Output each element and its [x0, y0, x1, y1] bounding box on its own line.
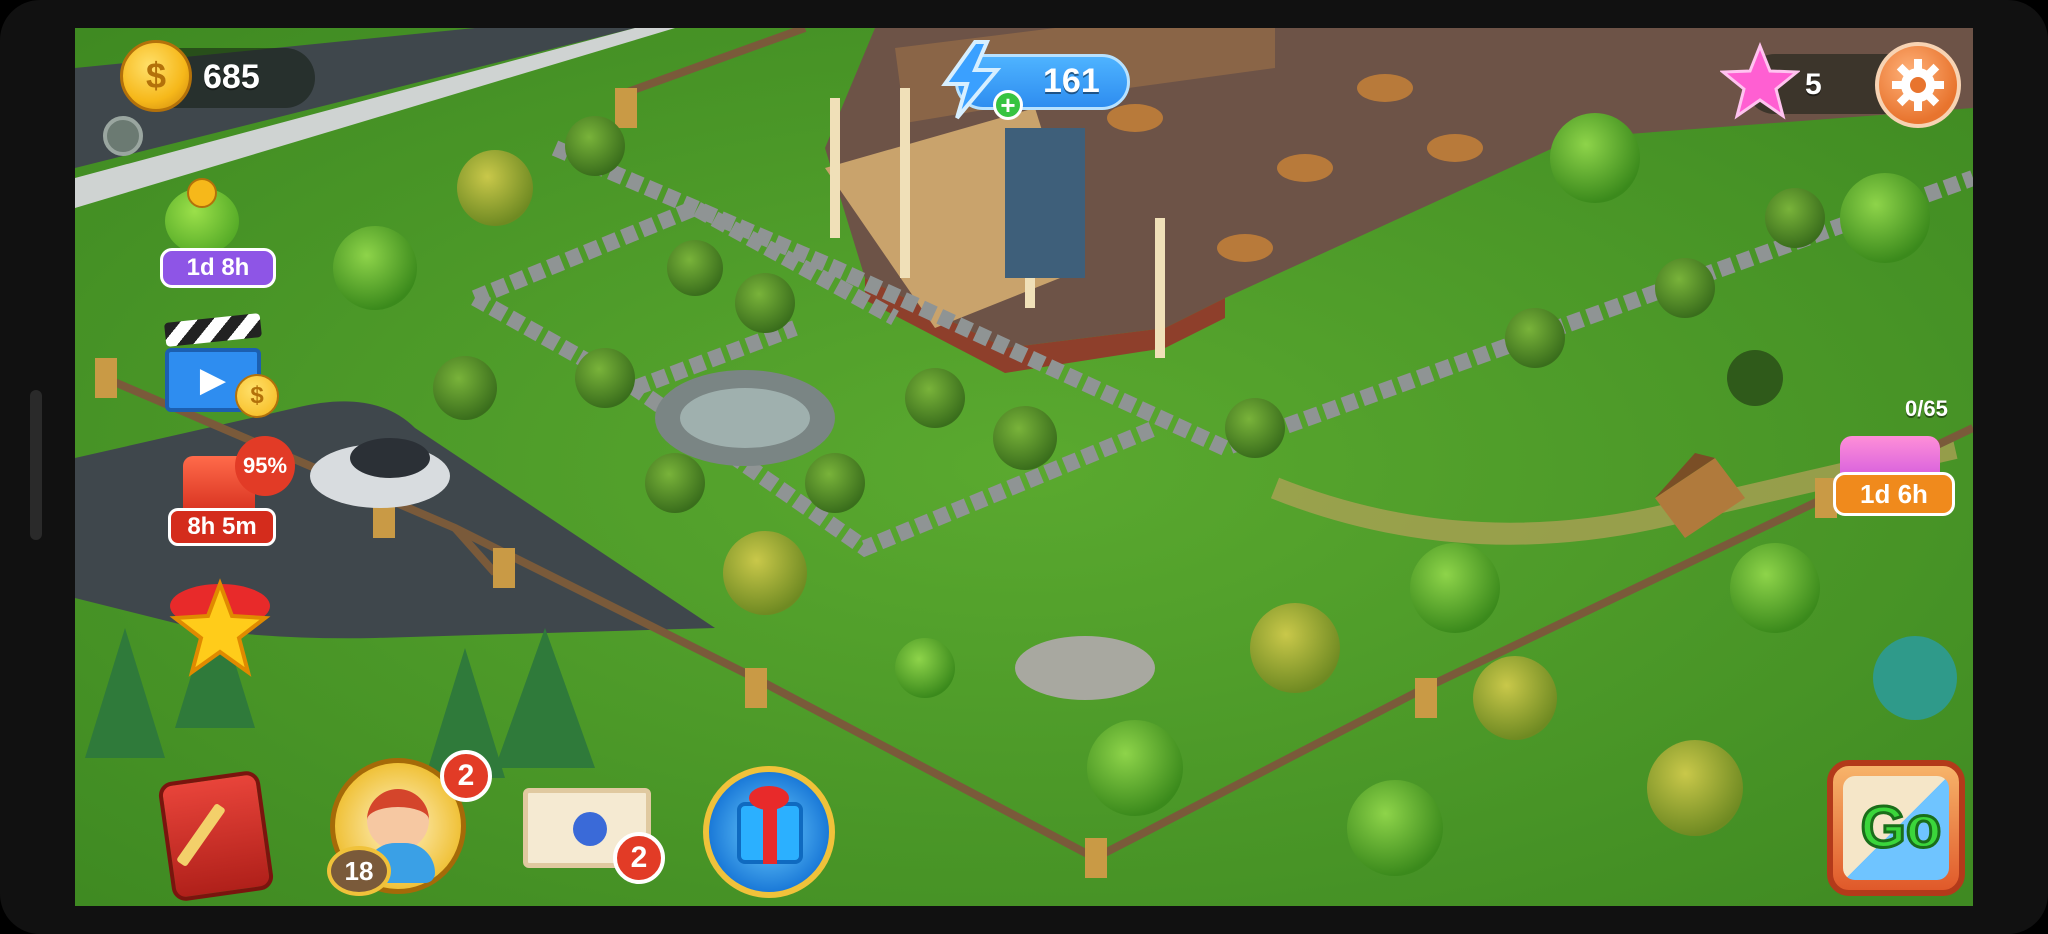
settings-button[interactable] — [1875, 42, 1961, 128]
go-label: Go — [1859, 794, 1943, 862]
coin-icon: $ — [120, 40, 192, 112]
coin-amount: 685 — [203, 58, 260, 96]
gift-box-button[interactable] — [703, 766, 835, 898]
journal-button[interactable] — [157, 769, 275, 903]
gear-icon — [1892, 59, 1944, 111]
go-button[interactable]: Go — [1827, 760, 1965, 896]
coin-icon: $ — [235, 374, 279, 418]
sale-timer: 8h 5m — [168, 508, 276, 546]
coin-icon — [187, 178, 217, 208]
plus-icon[interactable]: + — [993, 90, 1023, 120]
profile-notification-badge: 2 — [440, 750, 492, 802]
manhole — [103, 116, 143, 156]
device-side-button — [30, 390, 42, 540]
mail-notification-badge: 2 — [613, 832, 665, 884]
restaurant-door — [1005, 128, 1085, 278]
ribbon-star-icon — [169, 578, 271, 677]
star-icon — [1720, 42, 1800, 120]
video-ad-button[interactable]: ▶ $ — [164, 313, 279, 428]
event-progress: 0/65 — [1905, 396, 1948, 421]
player-level: 18 — [327, 846, 391, 896]
money-tree-timer: 1d 8h — [160, 248, 276, 288]
avatar-icon — [367, 789, 429, 851]
gift-ribbon — [763, 802, 777, 864]
boulder — [1015, 636, 1155, 700]
event-timer: 1d 6h — [1833, 472, 1955, 516]
game-screen[interactable]: $ 685 + 161 5 1d 8h ▶ $ 95% 8h 5m 0/65 1… — [75, 28, 1973, 906]
sale-percent: 95% — [235, 436, 295, 496]
energy-amount: 161 — [1043, 62, 1100, 100]
clapper-top — [164, 313, 262, 347]
gift-bow — [749, 786, 789, 810]
star-amount: 5 — [1805, 68, 1822, 101]
journal-icon — [157, 769, 275, 903]
ribbon-star-button[interactable] — [165, 576, 275, 686]
wax-seal — [573, 812, 607, 846]
pond-rocks — [680, 388, 810, 448]
